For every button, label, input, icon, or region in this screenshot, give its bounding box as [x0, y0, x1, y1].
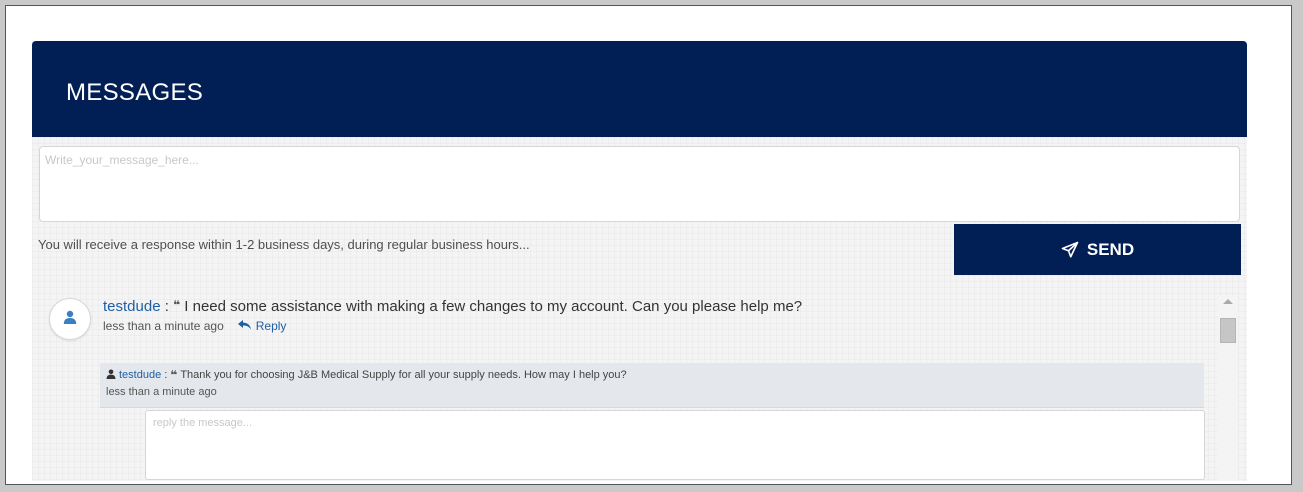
- user-icon: [63, 310, 77, 329]
- messages-panel: MESSAGES You will receive a response wit…: [32, 41, 1247, 481]
- reply-icon: [237, 319, 252, 333]
- scroll-thumb[interactable]: [1220, 318, 1236, 343]
- send-button-label: SEND: [1086, 239, 1135, 259]
- message-time: less than a minute ago: [103, 319, 224, 333]
- reply-time: less than a minute ago: [106, 386, 217, 398]
- reply-username[interactable]: testdude: [119, 369, 161, 381]
- reply-text: Thank you for choosing J&B Medical Suppl…: [180, 369, 627, 381]
- page-frame: MESSAGES You will receive a response wit…: [5, 5, 1292, 485]
- reply-line: testdude : ❝ Thank you for choosing J&B …: [106, 368, 627, 382]
- quote-icon: ❝: [173, 298, 181, 312]
- reply-input[interactable]: [145, 410, 1205, 480]
- scroll-up-icon[interactable]: [1223, 299, 1233, 304]
- reply-link[interactable]: Reply: [237, 319, 287, 333]
- reply-label: Reply: [255, 319, 287, 333]
- message-text: I need some assistance with making a few…: [184, 298, 803, 315]
- page-title: MESSAGES: [66, 79, 204, 106]
- avatar: [49, 298, 91, 340]
- messages-header: MESSAGES: [32, 41, 1247, 137]
- message-thread: testdude : ❝ I need some assistance with…: [32, 287, 1247, 481]
- message-line: testdude : ❝ I need some assistance with…: [103, 298, 802, 315]
- user-icon: [106, 369, 116, 382]
- message-input[interactable]: [39, 146, 1240, 222]
- response-time-notice: You will receive a response within 1-2 b…: [38, 237, 530, 252]
- quote-icon: ❝: [170, 368, 178, 382]
- send-button[interactable]: SEND: [954, 224, 1241, 275]
- reply-item: testdude : ❝ Thank you for choosing J&B …: [100, 363, 1204, 408]
- reply-separator: :: [164, 369, 168, 381]
- paper-plane-icon: [1061, 241, 1079, 259]
- scrollbar[interactable]: [1218, 295, 1238, 481]
- message-separator: :: [160, 298, 174, 315]
- message-meta: less than a minute ago Reply: [103, 319, 286, 333]
- message-username[interactable]: testdude: [103, 298, 161, 315]
